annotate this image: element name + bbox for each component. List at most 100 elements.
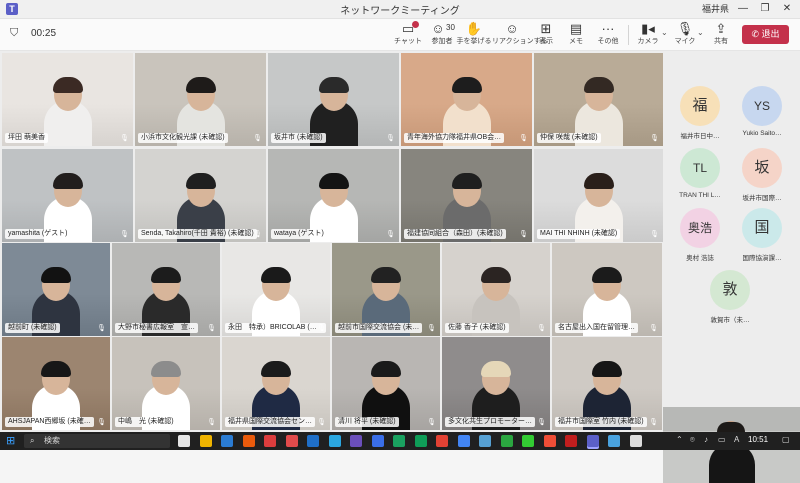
video-tile[interactable]: AHSJAPAN西郷坂 (未確… 🎙	[2, 337, 110, 430]
video-tile[interactable]: wataya (ゲスト) 🎙	[268, 149, 399, 242]
app-icon[interactable]	[608, 435, 620, 447]
edge-icon[interactable]	[307, 435, 319, 447]
word-icon[interactable]	[371, 435, 384, 447]
video-tile[interactable]: 名古屋出入国在留管理… 🎙	[552, 243, 662, 336]
signed-in-user[interactable]: 福井県	[702, 2, 729, 15]
app-icon[interactable]	[264, 435, 276, 447]
ime-indicator[interactable]: A	[734, 435, 739, 444]
ellipsis-icon: ···	[601, 21, 615, 36]
mic-muted-icon: 🎙	[120, 231, 129, 238]
battery-icon[interactable]: ▭	[718, 435, 726, 444]
participant-avatar[interactable]: 坂	[742, 148, 782, 188]
file-explorer-icon[interactable]	[199, 435, 212, 447]
windows-taskbar: ⊞ ⌕ 検索 ⌃ ⌾ ♪ ▭ A 10:51 ▢	[0, 432, 800, 450]
video-tile[interactable]: 越前町 (未確認) 🎙	[2, 243, 110, 336]
participant-count: 30	[446, 23, 455, 32]
video-tile[interactable]: 青年海外協力隊福井県OB会… 🎙	[401, 53, 532, 146]
raise-hand-button[interactable]: ✋ 手を挙げる	[456, 21, 492, 46]
people-button[interactable]: ☺ 30 参加者	[424, 21, 460, 46]
task-view-icon[interactable]	[178, 435, 190, 447]
video-tile[interactable]: 仲保 咲哉 (未確認) 🎙	[534, 53, 663, 146]
app-icon[interactable]	[543, 435, 556, 447]
shield-icon[interactable]: ⛉	[10, 27, 18, 40]
minimize-button[interactable]: —	[732, 1, 754, 17]
app-icon[interactable]	[479, 435, 491, 447]
mic-muted-icon: 🎙	[253, 231, 262, 238]
participant-hair	[185, 77, 216, 94]
powerpoint-icon[interactable]	[242, 435, 255, 447]
close-window-button[interactable]: ✕	[776, 1, 798, 17]
mic-muted-icon: 🎙	[207, 419, 216, 426]
title-bar: T ネットワークミーティング 福井県 — ❐ ✕	[0, 0, 800, 19]
video-tile[interactable]: 中嶋 光 (未確認) 🎙	[112, 337, 220, 430]
participant-avatar[interactable]: 敦	[710, 270, 750, 310]
volume-icon[interactable]: ♪	[704, 435, 708, 444]
app-icon[interactable]	[629, 435, 642, 447]
participant-hair	[261, 361, 291, 378]
participant-avatar[interactable]: 国	[742, 208, 782, 248]
participant-hair	[151, 361, 181, 378]
participant-avatar[interactable]: TL	[680, 148, 720, 188]
outlook-icon[interactable]	[221, 435, 233, 447]
mic-muted-icon: 🎙	[317, 419, 326, 426]
video-tile[interactable]: MAI THI NHINH (未確認) 🎙	[534, 149, 663, 242]
app-icon[interactable]	[414, 435, 427, 447]
hand-icon: ✋	[465, 21, 483, 36]
notes-button[interactable]: ▤ メモ	[558, 21, 594, 46]
app-icon[interactable]	[457, 435, 470, 447]
excel-icon[interactable]	[393, 435, 405, 447]
taskbar-search-box[interactable]: ⌕ 検索	[24, 434, 170, 448]
participant-name-label: 多文化共生プロモーター…	[445, 417, 535, 427]
tray-chevron-icon[interactable]: ⌃	[676, 435, 683, 444]
raise-hand-label: 手を挙げる	[456, 38, 492, 45]
video-tile[interactable]: 多文化共生プロモーター… 🎙	[442, 337, 550, 430]
phone-icon: ✆	[751, 29, 762, 39]
acrobat-icon[interactable]	[565, 435, 577, 447]
smiley-icon: ☺	[505, 21, 519, 36]
video-tile[interactable]: 坪田 萌美香 🎙	[2, 53, 133, 146]
notification-icon[interactable]: ▢	[782, 435, 790, 444]
share-button[interactable]: ⇪ 共有	[703, 21, 739, 46]
participant-avatar-name: 国際協演課…	[742, 255, 782, 262]
windows-start-icon[interactable]: ⊞	[6, 435, 18, 447]
video-tile[interactable]: 福井市国際室 竹内 (未確認) 🎙	[552, 337, 662, 430]
participant-name-label: 福井市国際室 竹内 (未確認)	[555, 417, 647, 427]
video-tile[interactable]: 坂井市 (未確認) 🎙	[268, 53, 399, 146]
participant-avatar[interactable]: 福	[680, 86, 720, 126]
leave-button[interactable]: ✆ 退出	[742, 25, 789, 44]
video-tile[interactable]: 福井県国際交流協会セン… 🎙	[222, 337, 330, 430]
video-tile[interactable]: 小浜市文化観光課 (未確認) 🎙	[135, 53, 266, 146]
taskbar-clock[interactable]: 10:51	[748, 435, 768, 444]
restore-button[interactable]: ❐	[754, 1, 776, 17]
video-tile[interactable]: Senda, Takahiro(千田 貴裕) (未確認) 🎙	[135, 149, 266, 242]
video-stage: 坪田 萌美香 🎙 小浜市文化観光課 (未確認) 🎙 坂井市 (未確認) 🎙 青年海外協力隊福…	[0, 51, 800, 483]
mic-muted-icon: 🎙	[386, 135, 395, 142]
teams-icon[interactable]	[586, 435, 599, 447]
participant-avatar[interactable]: 奥浩	[680, 208, 720, 248]
app-icon[interactable]	[285, 435, 298, 447]
app-icon[interactable]	[436, 435, 448, 447]
participant-name-label: AHSJAPAN西郷坂 (未確…	[5, 417, 94, 427]
participant-name-label: yamashita (ゲスト)	[5, 229, 71, 239]
mic-muted-icon: 🎙	[519, 135, 528, 142]
notes-label: メモ	[569, 38, 583, 45]
video-tile[interactable]: 佐藤 香子 (未確認) 🎙	[442, 243, 550, 336]
mic-muted-icon: 🎙	[537, 419, 546, 426]
onenote-icon[interactable]	[350, 435, 362, 447]
participant-hair	[41, 267, 71, 284]
network-icon[interactable]: ⌾	[690, 435, 695, 445]
reactions-button[interactable]: ☺ リアクションする	[492, 21, 548, 46]
app-icon[interactable]	[522, 435, 534, 447]
video-tile[interactable]: 永田 特承）BRICOLAB (未… 🎙	[222, 243, 330, 336]
video-tile[interactable]: 清川 将平 (未確認) 🎙	[332, 337, 440, 430]
line-icon[interactable]	[500, 435, 513, 447]
video-tile[interactable]: 福建協同組合（森田）(未確認) 🎙	[401, 149, 532, 242]
participant-hair	[318, 173, 349, 190]
video-tile[interactable]: yamashita (ゲスト) 🎙	[2, 149, 133, 242]
participant-avatar[interactable]: YS	[742, 86, 782, 126]
video-tile[interactable]: 大野市秘書広報室 宣… 🎙	[112, 243, 220, 336]
video-tile[interactable]: 越前市国際交流協会 (未… 🎙	[332, 243, 440, 336]
more-button[interactable]: ··· その他	[590, 21, 626, 46]
mic-muted-icon: 🎙	[97, 325, 106, 332]
app-icon[interactable]	[328, 435, 341, 447]
